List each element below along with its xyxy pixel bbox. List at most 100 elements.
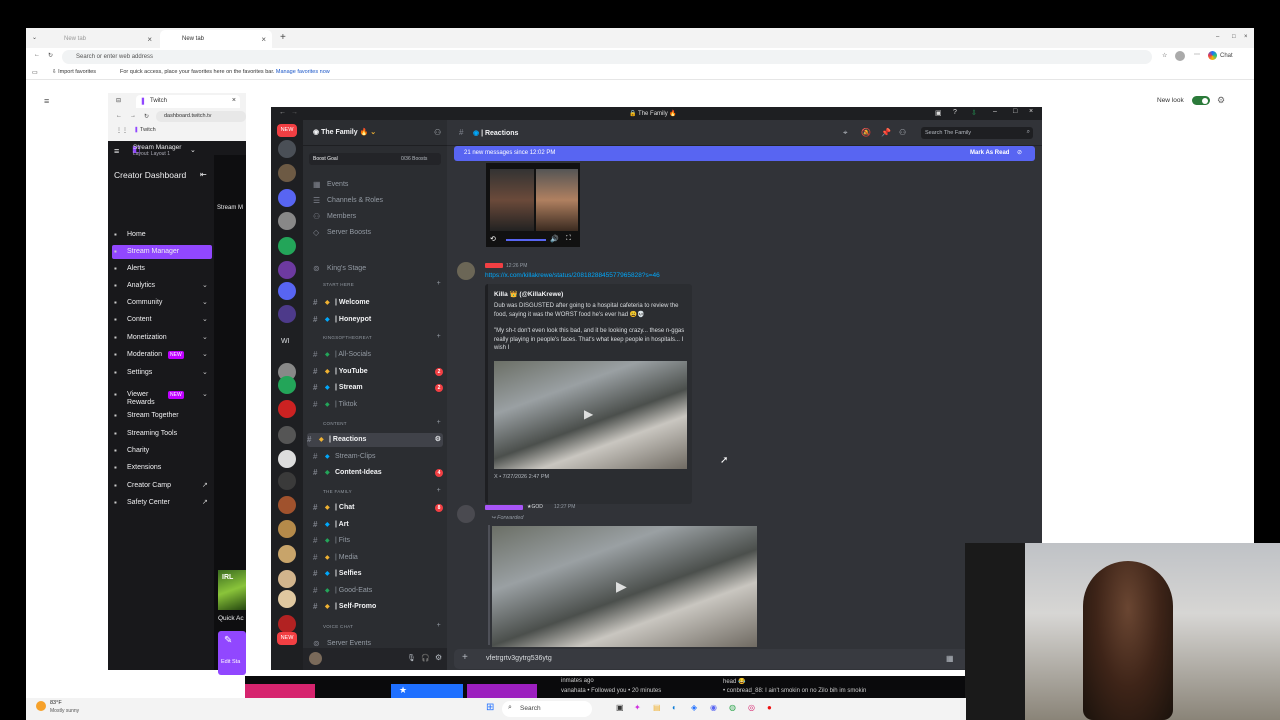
- twitch-nav-charity[interactable]: ▪ Charity: [112, 444, 212, 458]
- stream-manager-title[interactable]: Stream Manager Layout: Layout 1: [133, 144, 181, 157]
- chevron-down-icon[interactable]: ⌄: [202, 390, 208, 398]
- tab-new-2[interactable]: New tab ×: [160, 30, 272, 48]
- server-icon[interactable]: [278, 140, 296, 158]
- twitch-nav-monetization[interactable]: ▪ Monetization ⌄: [112, 331, 212, 345]
- maximize-icon[interactable]: □: [1013, 108, 1017, 115]
- tab-actions-icon[interactable]: ⊟: [116, 97, 121, 104]
- channel-item[interactable]: # ◆ | Self-Promo: [313, 600, 443, 614]
- server-icon[interactable]: [278, 164, 296, 182]
- server-icon[interactable]: [278, 426, 296, 444]
- twitch-nav-stream-together[interactable]: ▪ Stream Together: [112, 409, 212, 423]
- chat-label[interactable]: Chat: [1220, 53, 1233, 59]
- forward-icon[interactable]: →: [291, 109, 298, 116]
- chevron-down-icon[interactable]: ⌄: [190, 146, 196, 154]
- manage-favorites-link[interactable]: Manage favorites now: [276, 69, 330, 75]
- fullscreen-icon[interactable]: ⛶: [566, 235, 571, 243]
- author-name-2[interactable]: [485, 505, 523, 510]
- server-menu-events[interactable]: ▦ Events: [313, 178, 443, 192]
- collapse-icon[interactable]: ⇤: [200, 170, 207, 179]
- refresh-icon[interactable]: ↻: [48, 52, 53, 59]
- apps-icon[interactable]: ⋮⋮: [116, 127, 128, 134]
- user-avatar[interactable]: [309, 652, 322, 665]
- members-icon[interactable]: ⚇: [899, 128, 906, 137]
- server-icon[interactable]: [278, 496, 296, 514]
- author-avatar-2[interactable]: [457, 505, 475, 523]
- forwarded-video[interactable]: ▶: [492, 526, 757, 647]
- server-icon[interactable]: [278, 450, 296, 468]
- twitch-nav-settings[interactable]: ▪ Settings ⌄: [112, 366, 212, 380]
- stage-channel[interactable]: ⊚ King's Stage: [313, 262, 443, 276]
- tab-actions-icon[interactable]: ⌄: [32, 34, 37, 41]
- close-window-icon[interactable]: ×: [1244, 34, 1248, 40]
- mic-icon[interactable]: 🎙: [407, 654, 416, 662]
- mark-as-read-button[interactable]: Mark As Read: [970, 150, 1009, 156]
- author-avatar[interactable]: [457, 262, 475, 280]
- twitch-nav-analytics[interactable]: ▪ Analytics ⌄: [112, 279, 212, 293]
- search-input[interactable]: Search The Family ⌕: [921, 127, 1033, 139]
- add-attachment-icon[interactable]: +: [462, 652, 468, 663]
- chevron-down-icon[interactable]: ⌄: [202, 333, 208, 341]
- server-icon[interactable]: [278, 570, 296, 588]
- message-link[interactable]: https://x.com/killakrewe/status/20818288…: [485, 272, 660, 279]
- server-icon[interactable]: [278, 545, 296, 563]
- headset-icon[interactable]: 🎧: [421, 654, 430, 662]
- address-input[interactable]: Search or enter web address: [62, 50, 1152, 64]
- server-menu-members[interactable]: ⚇ Members: [313, 210, 443, 224]
- twitch-nav-content[interactable]: ▪ Content ⌄: [112, 313, 212, 327]
- server-header[interactable]: ◉ The Family 🔥 ⌄ ⚇: [303, 120, 447, 146]
- edge-icon[interactable]: ◐: [672, 703, 677, 712]
- close-icon[interactable]: ×: [261, 35, 266, 44]
- mute-icon[interactable]: 🔕: [861, 128, 871, 137]
- twitch-nav-moderation[interactable]: ▪ Moderation NEW ⌄: [112, 348, 212, 362]
- server-icon[interactable]: [278, 590, 296, 608]
- close-icon[interactable]: ×: [147, 35, 152, 44]
- channel-item[interactable]: # ◆ | Tiktok: [313, 398, 443, 412]
- channel-item[interactable]: # ◆ | Welcome: [313, 296, 443, 310]
- gift-icon[interactable]: ▦: [946, 654, 954, 663]
- twitch-nav-extensions[interactable]: ▪ Extensions: [112, 461, 212, 475]
- taskbar-search[interactable]: ⌕ Search: [502, 701, 592, 717]
- invite-people-icon[interactable]: ⚇: [434, 128, 441, 137]
- embed-video-thumbnail[interactable]: ▶: [494, 361, 687, 469]
- chevron-down-icon[interactable]: ⌄: [202, 315, 208, 323]
- server-icon[interactable]: [278, 305, 296, 323]
- help-icon[interactable]: ?: [953, 109, 957, 116]
- chevron-down-icon[interactable]: ⌄: [202, 350, 208, 358]
- server-icon[interactable]: [278, 189, 296, 207]
- video-progress[interactable]: [506, 239, 546, 241]
- store-icon[interactable]: ◈: [691, 703, 697, 712]
- chevron-down-icon[interactable]: ⌄: [202, 298, 208, 306]
- chevron-down-icon[interactable]: ⌄: [202, 368, 208, 376]
- channel-category[interactable]: START HERE +: [313, 280, 443, 290]
- server-icon[interactable]: [278, 615, 296, 633]
- video-embed-top[interactable]: ⟲ 🔊 ⛶: [486, 163, 580, 247]
- more-icon[interactable]: ⋯: [1194, 51, 1200, 58]
- channel-item[interactable]: # ◆ | Media: [313, 551, 443, 565]
- channel-item[interactable]: # ◆ | Chat 8: [313, 501, 443, 515]
- channel-category[interactable]: CONTENT +: [313, 419, 443, 429]
- channel-item[interactable]: # ◆ | Honeypot: [313, 313, 443, 327]
- message-input[interactable]: + vfetrgrtv3gytrg536ytg ▦: [454, 649, 1034, 669]
- add-channel-icon[interactable]: +: [437, 487, 441, 494]
- twitch-nav-alerts[interactable]: ▪ Alerts: [112, 262, 212, 276]
- channel-item[interactable]: # ◆ | Selfies: [313, 567, 443, 581]
- server-icon[interactable]: [278, 376, 296, 394]
- twitch-address[interactable]: dashboard.twitch.tv: [156, 111, 246, 122]
- author-name[interactable]: [485, 263, 503, 268]
- new-messages-banner[interactable]: 21 new messages since 12:02 PM Mark As R…: [454, 146, 1035, 161]
- server-menu-channels-roles[interactable]: ☰ Channels & Roles: [313, 194, 443, 208]
- twitch-favorite[interactable]: ❚ Twitch: [134, 127, 156, 133]
- new-look-toggle[interactable]: [1192, 96, 1210, 105]
- twitch-nav-stream-manager[interactable]: ▪ Stream Manager: [112, 245, 212, 259]
- obs-icon[interactable]: ●: [767, 703, 772, 712]
- twitch-nav-home[interactable]: ▪ Home: [112, 228, 212, 242]
- server-menu-server-boosts[interactable]: ◇ Server Boosts: [313, 226, 443, 240]
- server-wi[interactable]: WI: [281, 338, 290, 345]
- chevron-down-icon[interactable]: ⌄: [202, 281, 208, 289]
- add-channel-icon[interactable]: +: [437, 419, 441, 426]
- discord-taskbar-icon[interactable]: ◉: [710, 703, 717, 712]
- copilot-icon[interactable]: [1208, 51, 1217, 60]
- add-channel-icon[interactable]: +: [437, 333, 441, 340]
- twitch-tab[interactable]: ❚ Twitch ×: [136, 95, 240, 108]
- channel-item[interactable]: # ◆ | Reactions ⚙: [307, 433, 443, 447]
